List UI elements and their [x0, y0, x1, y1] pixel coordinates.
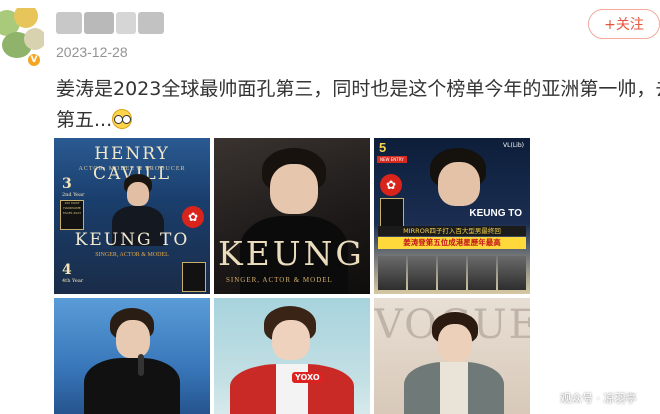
image-thumbnail-3[interactable]: 5 NEW ENTRY VL(Lib) ✿ KEUNG TO MIRROR四子打… — [374, 138, 530, 294]
tile4-face — [116, 320, 150, 358]
tile3-new-entry: NEW ENTRY — [377, 156, 407, 163]
tile3-logo: VL(Lib) — [503, 142, 524, 149]
tile3-name: KEUNG TO — [469, 208, 522, 219]
tile6-face — [438, 324, 472, 362]
vip-badge: V — [26, 52, 42, 68]
post-text: 姜涛是2023全球最帅面孔第三，同时也是这个榜单今年的亚洲第一帅，去年排 第五.… — [56, 74, 660, 136]
image-thumbnail-6[interactable]: VOGUE — [374, 298, 530, 414]
image-thumbnail-4[interactable] — [54, 298, 210, 414]
hong-kong-flag-icon: ✿ — [182, 206, 204, 228]
tile3-number: 5 — [379, 140, 387, 155]
tile3-banner-2: 姜涛登第五位成港星歷年最高 — [378, 237, 526, 249]
avatar-blob — [24, 28, 44, 50]
image-thumbnail-2[interactable]: KEUNG TO SINGER, ACTOR & MODEL — [214, 138, 370, 294]
tile1-rank-a-value: 3 — [62, 176, 72, 192]
username-blurred[interactable] — [56, 12, 176, 34]
magazine-cover-icon — [380, 198, 404, 228]
tile1-rank-b-sub: 4th Year — [62, 278, 84, 284]
tile2-big-name: KEUNG TO — [218, 234, 370, 273]
watermark: 观众号 · 凉羽亭 — [560, 392, 637, 405]
tile1-cover-text: 100 MOST HANDSOME FACES 2023 — [63, 201, 81, 215]
tile2-face — [270, 164, 318, 214]
post-timestamp: 2023-12-28 — [56, 44, 128, 60]
hong-kong-flag-icon: ✿ — [380, 174, 402, 196]
post-text-line-1: 姜涛是2023全球最帅面孔第三，同时也是这个榜单今年的亚洲第一帅，去年排 — [56, 78, 660, 100]
magazine-cover-icon — [182, 262, 206, 292]
tile1-rank-a-sub: 2nd Year — [62, 192, 85, 198]
magazine-cover-icon: 100 MOST HANDSOME FACES 2023 — [60, 200, 84, 230]
microphone-icon — [138, 354, 144, 376]
tile1-rank-a: 3 2nd Year — [62, 176, 84, 198]
tile2-big-sub: SINGER, ACTOR & MODEL — [226, 276, 333, 284]
tile1-rank-b-value: 4 — [62, 262, 72, 278]
avatar-blob — [14, 8, 38, 28]
glasses-emoji-icon — [112, 109, 133, 129]
tile1-main-sub: SINGER, ACTOR & MODEL — [95, 252, 169, 258]
follow-button[interactable]: +关注 — [588, 9, 660, 39]
tile5-mic-label: YOXO — [292, 372, 323, 383]
tile3-thumbnail-strip — [378, 256, 526, 290]
post-text-line-2-text: 第五... — [56, 109, 113, 131]
tile4-jacket — [84, 358, 180, 414]
tile3-banner-1: MIRROR四子打入百大型男最终回 — [378, 226, 526, 236]
post-text-line-2: 第五... — [56, 105, 660, 136]
tile1-top-sub: ACTOR, MODEL & PRODUCER — [78, 166, 186, 172]
post-header: V 2023-12-28 +关注 — [0, 0, 660, 68]
tile5-face — [272, 320, 310, 360]
image-thumbnail-1[interactable]: HENRY CAVILL ACTOR, MODEL & PRODUCER 32n… — [54, 138, 210, 294]
tile3-face — [438, 162, 480, 206]
tile1-rank-b: 4 4th Year — [62, 262, 83, 284]
tile6-shirt — [440, 362, 468, 414]
tile1-main-name: KEUNG TO — [74, 230, 190, 250]
image-thumbnail-5[interactable]: YOXO — [214, 298, 370, 414]
